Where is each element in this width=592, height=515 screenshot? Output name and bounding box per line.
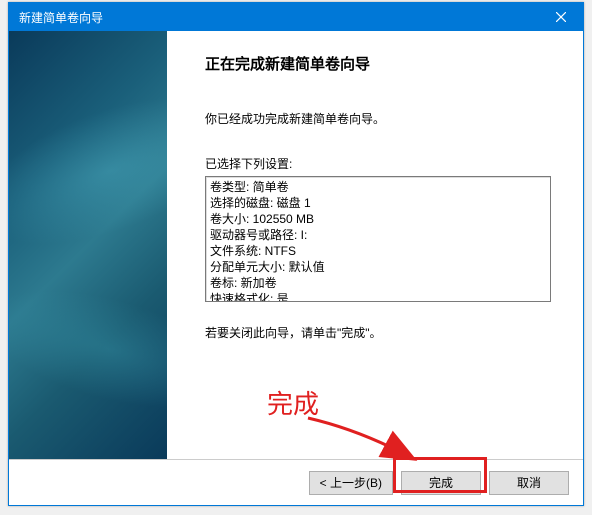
content-area: 正在完成新建简单卷向导 你已经成功完成新建简单卷向导。 已选择下列设置: 卷类型… bbox=[9, 31, 583, 459]
cancel-button[interactable]: 取消 bbox=[489, 471, 569, 495]
main-panel: 正在完成新建简单卷向导 你已经成功完成新建简单卷向导。 已选择下列设置: 卷类型… bbox=[167, 31, 583, 459]
settings-line: 驱动器号或路径: I: bbox=[210, 227, 546, 243]
window-title: 新建简单卷向导 bbox=[19, 9, 103, 26]
page-heading: 正在完成新建简单卷向导 bbox=[205, 53, 553, 74]
settings-line: 卷大小: 102550 MB bbox=[210, 211, 546, 227]
close-button[interactable] bbox=[539, 3, 583, 31]
button-footer: < 上一步(B) 完成 取消 bbox=[9, 459, 583, 505]
titlebar: 新建简单卷向导 bbox=[9, 3, 583, 31]
wizard-sidebar-image bbox=[9, 31, 167, 459]
settings-line: 卷类型: 简单卷 bbox=[210, 179, 546, 195]
wizard-window: 新建简单卷向导 正在完成新建简单卷向导 你已经成功完成新建简单卷向导。 已选择下… bbox=[8, 2, 584, 506]
settings-line: 选择的磁盘: 磁盘 1 bbox=[210, 195, 546, 211]
back-button[interactable]: < 上一步(B) bbox=[309, 471, 393, 495]
finish-button[interactable]: 完成 bbox=[401, 471, 481, 495]
settings-listbox[interactable]: 卷类型: 简单卷选择的磁盘: 磁盘 1卷大小: 102550 MB驱动器号或路径… bbox=[205, 176, 551, 302]
intro-text: 你已经成功完成新建简单卷向导。 bbox=[205, 110, 553, 127]
settings-label: 已选择下列设置: bbox=[205, 155, 553, 172]
settings-line: 分配单元大小: 默认值 bbox=[210, 259, 546, 275]
closing-text: 若要关闭此向导，请单击"完成"。 bbox=[205, 324, 553, 341]
settings-line: 快速格式化: 是 bbox=[210, 291, 546, 302]
settings-line: 文件系统: NTFS bbox=[210, 243, 546, 259]
settings-line: 卷标: 新加卷 bbox=[210, 275, 546, 291]
close-icon bbox=[556, 12, 566, 22]
